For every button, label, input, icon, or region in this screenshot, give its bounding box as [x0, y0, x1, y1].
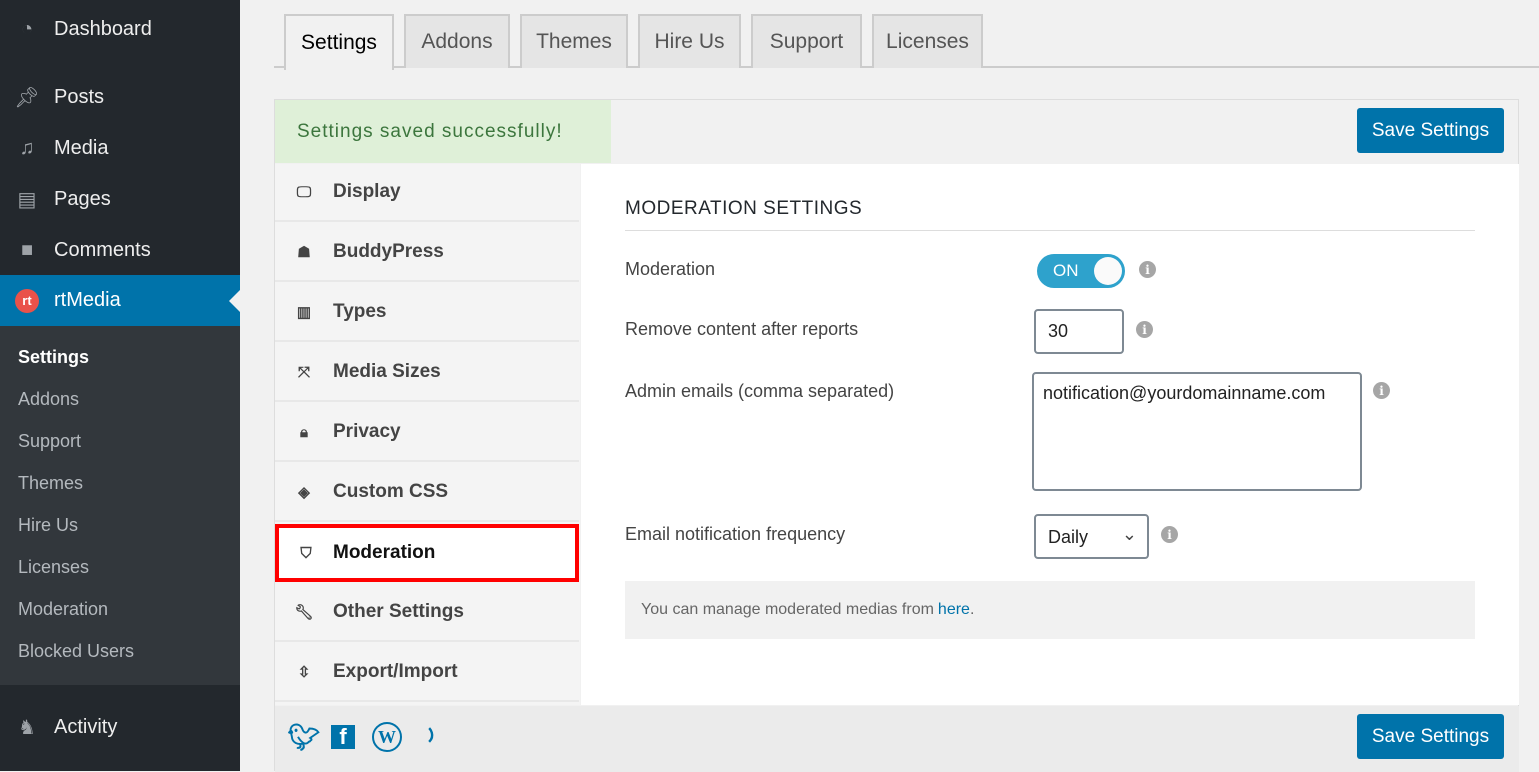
menu-pages[interactable]: ▤ Pages [0, 179, 240, 219]
activity-icon: ♞ [18, 716, 36, 739]
nav-buddypress[interactable]: ☗ BuddyPress [275, 224, 579, 282]
frequency-select[interactable]: Daily ⌄ [1034, 514, 1149, 559]
dashboard-icon: ◔ [20, 17, 34, 40]
nav-label: BuddyPress [333, 241, 444, 262]
nav-label: Display [333, 181, 401, 202]
frequency-label: Email notification frequency [625, 524, 846, 544]
lock-icon: 🔒︎ [300, 423, 308, 441]
note-end: . [969, 601, 975, 618]
toggle-knob [1094, 257, 1122, 285]
save-settings-button-bottom[interactable]: Save Settings [1357, 714, 1504, 759]
menu-dashboard[interactable]: ◔ Dashboard [0, 9, 240, 49]
monitor-icon: 🖵︎ [296, 183, 312, 201]
menu-comments[interactable]: ■ Comments [0, 230, 240, 270]
moderation-content: MODERATION SETTINGS Moderation ON i Remo… [581, 164, 1519, 705]
info-icon[interactable]: i [1373, 382, 1390, 399]
rtmedia-submenu: Settings Addons Support Themes Hire Us L… [0, 326, 240, 685]
submenu-licenses[interactable]: Licenses [18, 557, 89, 578]
menu-label: Comments [54, 238, 151, 261]
submenu-themes[interactable]: Themes [18, 473, 83, 494]
tab-addons[interactable]: Addons [404, 14, 510, 68]
nav-label: Export/Import [333, 661, 458, 682]
moderation-note: You can manage moderated medias from here… [625, 581, 1475, 639]
settings-panel: Settings saved successfully! Save Settin… [274, 99, 1519, 772]
menu-label: rtMedia [54, 289, 121, 311]
tab-hire-us[interactable]: Hire Us [638, 14, 741, 68]
nav-media-sizes[interactable]: ⤧ Media Sizes [275, 344, 579, 402]
moderation-label: Moderation [625, 259, 716, 279]
toggle-text: ON [1053, 261, 1079, 280]
submenu-support[interactable]: Support [18, 431, 81, 452]
info-icon[interactable]: i [1136, 321, 1153, 338]
admin-sidebar: ◔ Dashboard 📌︎ Posts ♫ Media ▤ Pages ■ Commen… [0, 0, 240, 771]
menu-activity[interactable]: ♞ Activity [0, 707, 240, 747]
nav-other-settings[interactable]: 🔧︎ Other Settings [275, 584, 579, 642]
media-icon: ♫ [19, 136, 35, 159]
menu-media[interactable]: ♫ Media [0, 128, 240, 168]
nav-types[interactable]: ▥ Types [275, 284, 579, 342]
facebook-icon[interactable]: f [331, 724, 355, 749]
nav-display[interactable]: 🖵︎ Display [275, 164, 579, 222]
note-text: You can manage moderated medias from [641, 601, 934, 618]
submenu-moderation[interactable]: Moderation [18, 599, 108, 620]
menu-rtmedia[interactable]: rt rtMedia [0, 275, 240, 326]
emails-textarea[interactable]: notification@yourdomainname.com [1032, 372, 1362, 491]
rtmedia-icon-wrap: rt [0, 288, 54, 313]
resize-icon: ⤧ [297, 363, 310, 381]
select-value: Daily [1048, 527, 1089, 547]
tab-settings[interactable]: Settings [284, 14, 394, 70]
nav-export-import[interactable]: ⇳ Export/Import [275, 644, 579, 702]
pin-icon: 📌︎ [14, 86, 40, 109]
info-icon[interactable]: i [1161, 526, 1178, 543]
submenu-settings[interactable]: Settings [18, 347, 89, 368]
nav-label: Media Sizes [333, 361, 441, 382]
nav-label: Other Settings [333, 601, 464, 622]
menu-label: Posts [54, 85, 105, 108]
submenu-hire-us[interactable]: Hire Us [18, 515, 78, 536]
nav-label: Privacy [333, 421, 401, 442]
twitter-icon[interactable]: 🐦︎ [288, 722, 321, 752]
tag-icon: ◈ [298, 484, 310, 501]
tab-support[interactable]: Support [751, 14, 862, 68]
here-link[interactable]: here [938, 601, 970, 619]
submenu-blocked-users[interactable]: Blocked Users [18, 641, 134, 662]
submenu-addons[interactable]: Addons [18, 389, 79, 410]
menu-label: Pages [54, 187, 111, 210]
shield-icon: ⛉ [300, 544, 312, 562]
comment-icon: ■ [20, 238, 34, 261]
nav-privacy[interactable]: 🔒︎ Privacy [275, 404, 579, 462]
group-icon: ☗ [297, 244, 311, 261]
settings-nav: 🖵︎ Display ☗ BuddyPress ▥ Types ⤧ Media Size… [275, 164, 580, 705]
menu-label: Activity [54, 715, 118, 738]
settings-tabs: Settings Addons Themes Hire Us Support L… [274, 14, 1539, 70]
film-icon: ▥ [296, 304, 312, 321]
nav-moderation[interactable]: ⛉ Moderation [275, 524, 579, 582]
rss-icon[interactable]: ◝ [407, 716, 449, 758]
settings-footer: 🐦︎ f W ◝ Save Settings [275, 706, 1519, 772]
export-import-icon: ⇳ [297, 664, 311, 681]
reports-label: Remove content after reports [625, 319, 859, 339]
wordpress-icon[interactable]: W [372, 722, 402, 752]
emails-label: Admin emails (comma separated) [625, 381, 895, 401]
wrench-icon: 🔧︎ [294, 604, 314, 621]
section-title: MODERATION SETTINGS [625, 198, 1475, 231]
nav-label: Moderation [333, 542, 436, 563]
save-settings-button-top[interactable]: Save Settings [1357, 108, 1504, 153]
nav-label: Types [333, 301, 387, 322]
moderation-toggle[interactable]: ON [1037, 254, 1125, 288]
reports-input[interactable]: 30 [1034, 309, 1124, 354]
menu-label: Dashboard [54, 17, 152, 40]
nav-label: Custom CSS [333, 481, 449, 502]
chevron-down-icon: ⌄ [1121, 524, 1137, 544]
menu-posts[interactable]: 📌︎ Posts [0, 77, 240, 117]
info-icon[interactable]: i [1139, 261, 1156, 278]
tab-licenses[interactable]: Licenses [872, 14, 983, 68]
rtmedia-icon: rt [15, 288, 39, 313]
success-notice: Settings saved successfully! [275, 100, 611, 163]
menu-label: Media [54, 136, 109, 159]
pages-icon: ▤ [17, 188, 37, 211]
tab-themes[interactable]: Themes [520, 14, 628, 68]
nav-custom-css[interactable]: ◈ Custom CSS [275, 464, 579, 522]
